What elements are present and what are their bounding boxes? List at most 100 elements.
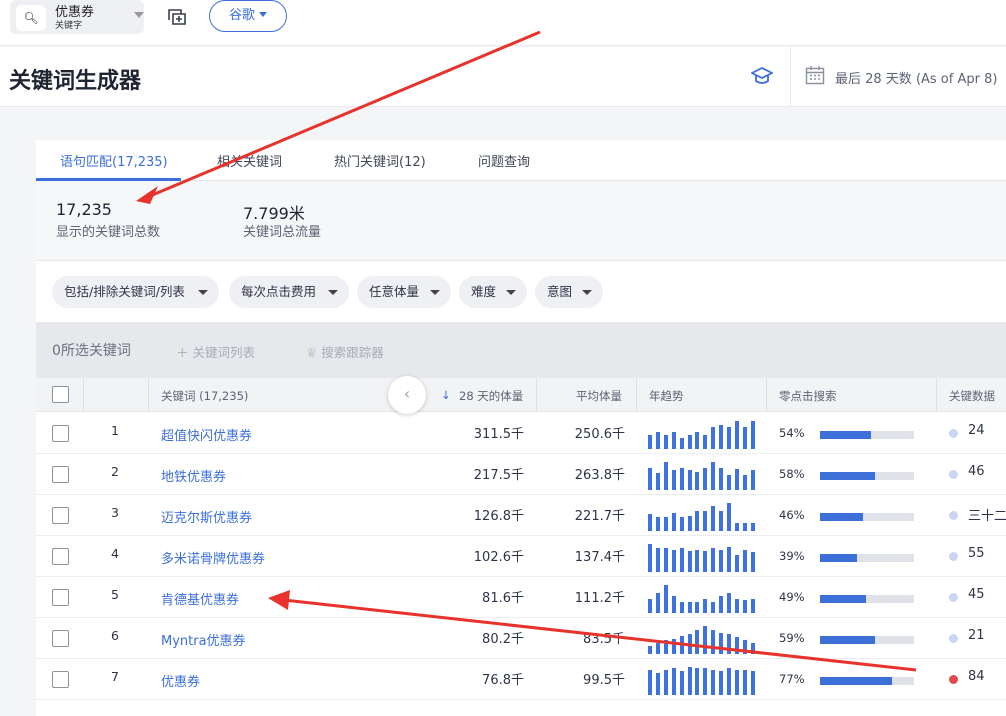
trend-bar — [703, 435, 708, 449]
row-checkbox[interactable] — [52, 466, 69, 483]
trend-bar — [663, 548, 668, 572]
chevron-down-icon — [430, 290, 440, 295]
add-to-list-button[interactable]: ＋ 关键词列表 — [176, 342, 255, 361]
header-trend[interactable]: 年趋势 — [649, 388, 684, 404]
tab-related-keywords[interactable]: 相关关键词 — [217, 151, 282, 170]
filter-include-exclude[interactable]: 包括/排除关键词/列表 — [52, 276, 219, 308]
volume-value: 311.5千 — [473, 427, 524, 442]
header-avg-volume[interactable]: 平均体量 — [576, 388, 622, 404]
column-divider — [936, 378, 937, 412]
row-checkbox[interactable] — [52, 589, 69, 606]
chevron-down-icon[interactable] — [134, 12, 144, 18]
filter-label: 难度 — [471, 284, 497, 299]
trend-bar — [750, 523, 755, 531]
trend-bar — [719, 550, 724, 572]
filter-cpc[interactable]: 每次点击费用 — [229, 276, 349, 308]
search-engine-dropdown[interactable]: 谷歌 — [209, 0, 287, 32]
tab-phrase-match[interactable]: 语句匹配(17,235) — [60, 151, 168, 170]
trend-bar — [648, 468, 652, 490]
search-input[interactable]: 🔍︎ 优惠券 关键字 — [10, 0, 144, 34]
filter-intent[interactable]: 意图 — [535, 276, 603, 308]
calendar-icon[interactable] — [805, 65, 825, 85]
trend-bar — [727, 668, 731, 695]
trend-bar — [695, 630, 700, 654]
trend-bar — [750, 671, 755, 695]
trend-bar — [648, 514, 652, 531]
kd-indicator — [949, 470, 958, 479]
trend-bar — [734, 469, 739, 490]
column-divider — [536, 378, 537, 412]
trend-sparkline — [648, 544, 758, 572]
collapse-panel-button[interactable]: ‹ — [388, 376, 426, 414]
track-label: 搜索跟踪器 — [321, 345, 384, 360]
add-to-list-label: 关键词列表 — [192, 345, 256, 360]
total-volume-label: 关键词总流量 — [243, 225, 322, 240]
row-checkbox[interactable] — [52, 630, 69, 647]
trend-bar — [695, 550, 700, 572]
keyword-link[interactable]: 迈克尔斯优惠券 — [161, 507, 252, 526]
selection-toolbar: 0所选关键词 ＋ 关键词列表 ♕ 搜索跟踪器 — [36, 322, 1006, 378]
chevron-down-icon — [582, 290, 592, 295]
keyword-link[interactable]: 肯德基优惠券 — [161, 589, 239, 608]
row-checkbox[interactable] — [52, 548, 69, 565]
trend-bar — [719, 596, 724, 613]
filter-volume[interactable]: 任意体量 — [357, 276, 451, 308]
trend-bar — [750, 470, 755, 490]
crown-icon: ♕ — [306, 345, 318, 360]
trend-bar — [742, 600, 747, 613]
kd-value: 46 — [968, 464, 985, 479]
trend-bar — [679, 602, 684, 613]
header-kd[interactable]: 关键数据 — [949, 388, 995, 404]
keyword-link[interactable]: 超值快闪优惠券 — [161, 425, 252, 444]
trend-bar — [655, 643, 660, 654]
trend-bar — [655, 673, 660, 695]
zero-click-percent: 46% — [779, 508, 805, 522]
kd-indicator — [949, 511, 958, 520]
row-number: 1 — [111, 423, 119, 438]
trend-bar — [719, 425, 724, 449]
zero-click-bar-fill — [820, 595, 866, 603]
track-button[interactable]: ♕ 搜索跟踪器 — [306, 342, 384, 361]
row-checkbox[interactable] — [52, 507, 69, 524]
keyword-link[interactable]: 优惠券 — [161, 671, 200, 690]
zero-click-percent: 39% — [779, 549, 805, 563]
avg-volume-value: 137.4千 — [574, 550, 625, 565]
row-checkbox[interactable] — [52, 671, 69, 688]
graduation-cap-icon[interactable] — [751, 65, 773, 87]
zero-click-percent: 77% — [779, 672, 805, 686]
compare-icon[interactable] — [166, 6, 188, 28]
trend-bar — [695, 432, 700, 449]
tab-questions[interactable]: 问题查询 — [478, 151, 530, 170]
trend-bar — [663, 585, 668, 613]
trend-bar — [695, 602, 700, 613]
trend-bar — [655, 473, 660, 490]
trend-bar — [734, 523, 739, 531]
column-divider — [636, 378, 637, 412]
trend-bar — [687, 551, 692, 572]
table-row: 2 地铁优惠券 217.5千 263.8千 58% 46 — [36, 454, 1006, 495]
select-all-checkbox[interactable] — [52, 386, 69, 403]
top-search-bar: 🔍︎ 优惠券 关键字 谷歌 — [0, 0, 1006, 46]
keyword-link[interactable]: 多米诺骨牌优惠券 — [161, 548, 265, 567]
trend-sparkline — [648, 462, 758, 490]
keyword-link[interactable]: Myntra优惠券 — [161, 630, 246, 649]
filter-difficulty[interactable]: 难度 — [459, 276, 527, 308]
header-zero-click[interactable]: 零点击搜索 — [779, 388, 837, 404]
zero-click-bar — [820, 636, 914, 644]
trend-bar — [711, 506, 716, 531]
row-checkbox[interactable] — [52, 425, 69, 442]
tab-top-keywords[interactable]: 热门关键词(12) — [334, 151, 426, 170]
sort-down-icon[interactable]: ↓ — [441, 388, 451, 402]
trend-bar — [727, 427, 731, 449]
trend-bar — [671, 513, 676, 531]
trend-bar — [671, 596, 676, 613]
zero-click-percent: 54% — [779, 426, 805, 440]
keyword-link[interactable]: 地铁优惠券 — [161, 466, 226, 485]
trend-bar — [655, 517, 660, 531]
trend-bar — [734, 599, 739, 613]
header-keyword[interactable]: 关键词 (17,235) — [161, 388, 248, 404]
date-range-selector[interactable]: 最后 28 天数 (As of Apr 8) — [835, 68, 997, 87]
trend-bar — [663, 435, 668, 449]
header-volume[interactable]: 28 天的体量 — [459, 388, 523, 404]
trend-bar — [663, 517, 668, 531]
